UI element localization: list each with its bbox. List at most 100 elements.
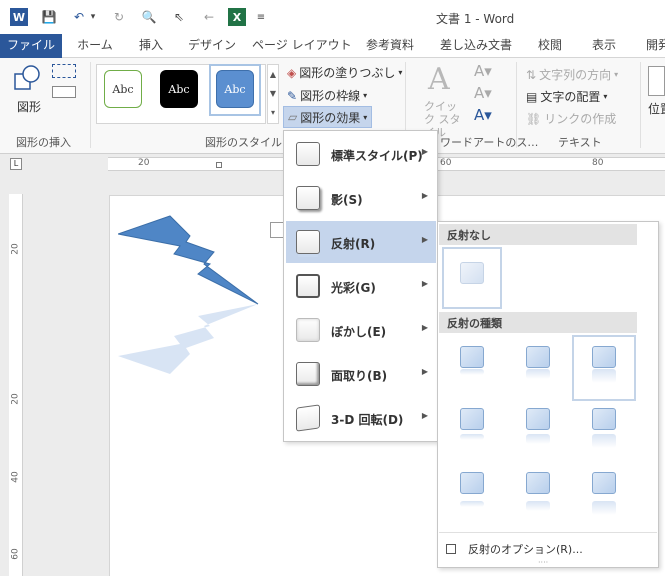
submenu-arrow-icon: ▶ [421,147,428,156]
reflection-option-full-touching[interactable] [590,346,618,384]
pointer-icon[interactable]: ⇖ [170,8,188,26]
tab-design[interactable]: デザイン [184,34,240,58]
chevron-down-icon: ▾ [363,112,368,122]
text-direction-label: 文字列の方向 [539,68,612,82]
shape-outline-button[interactable]: ✎ 図形の枠線 ▾ [287,87,367,104]
tab-home[interactable]: ホーム [70,34,120,58]
reflection-option-full-4pt[interactable] [590,408,618,448]
shape-fill-button[interactable]: ◈ 図形の塗りつぶし ▾ [287,64,402,81]
reflection-preview-icon [460,472,484,494]
glow-icon [296,274,320,298]
text-effects-icon[interactable]: A▾ [474,106,492,124]
reflection-preview-icon [592,346,616,368]
text-direction-button[interactable]: ⇅ 文字列の方向 ▾ [526,66,618,83]
shapes-button-label[interactable]: 図形 [17,98,41,115]
reflection-option-none[interactable] [458,262,486,300]
ruler-tick-label: 60 [10,548,21,560]
back-icon[interactable]: ← [200,8,218,26]
reflection-preview-icon [592,408,616,430]
menu-item-soft-edges[interactable]: ぼかし(E) ▶ [286,309,436,351]
reflection-preview-icon [526,408,550,430]
reflection-option-half-8pt[interactable] [524,472,552,511]
word-app-icon[interactable]: W [10,8,28,26]
text-align-button[interactable]: ▤ 文字の配置 ▾ [526,88,607,105]
menu-item-reflection[interactable]: 反射(R) ▶ [286,221,436,263]
tab-file[interactable]: ファイル [0,34,62,58]
menu-item-bevel[interactable]: 面取り(B) ▶ [286,353,436,395]
reflection-preview-icon [592,472,616,494]
position-icon[interactable] [648,66,665,96]
reflection-option-full-8pt[interactable] [590,472,618,515]
tab-insert[interactable]: 挿入 [128,34,174,58]
shadow-icon [296,186,320,210]
resize-grip-icon[interactable]: ···· [538,558,548,567]
reflection-shadow [460,501,484,507]
reflection-preview-icon [526,472,550,494]
menu-item-glow[interactable]: 光彩(G) ▶ [286,265,436,307]
document-title: 文書 1 - Word [436,12,515,26]
create-link-button[interactable]: ⛓ リンクの作成 [526,110,616,127]
undo-icon[interactable]: ↶ [70,8,88,26]
tab-developer[interactable]: 開発 [638,34,665,58]
text-outline-icon[interactable]: A▾ [474,84,492,102]
undo-dropdown-icon[interactable]: ▾ [88,8,98,26]
shape-fill-label: 図形の塗りつぶし [299,66,396,80]
excel-icon[interactable]: X [228,8,246,26]
soft-edges-icon [296,318,320,342]
vertical-ruler[interactable]: 20 20 40 60 [9,194,23,576]
reflection-preview-icon [526,346,550,368]
reflection-option-tight-touching[interactable] [458,346,486,384]
print-preview-icon[interactable]: 🔍 [140,8,158,26]
customize-qat-icon[interactable]: ≡ [255,8,267,26]
gallery-scroll[interactable]: ▲ ▼ ▾ [267,64,279,124]
tab-page-layout[interactable]: ページ レイアウト [252,34,352,58]
shape-style-thumb-dark[interactable]: Abc [160,70,198,108]
text-align-icon: ▤ [526,89,538,104]
ruler-tick-label: 20 [10,243,21,255]
shape-effects-button[interactable]: ▱ 図形の効果 ▾ [283,106,373,128]
menu-item-label: 反射(R) [331,237,376,251]
menu-item-3d-rotation[interactable]: 3-D 回転(D) ▶ [286,397,436,439]
ruler-tick-label: 40 [10,471,21,483]
menu-item-label: ぼかし(E) [331,325,387,339]
menu-item-shadow[interactable]: 影(S) ▶ [286,177,436,219]
shape-style-thumb-blue[interactable]: Abc [216,70,254,108]
tab-selector-icon[interactable]: L [10,158,22,170]
shape-style-thumb-outline[interactable]: Abc [104,70,142,108]
text-fill-icon[interactable]: A▾ [474,62,492,80]
tab-review[interactable]: 校閲 [530,34,570,58]
tab-mailings[interactable]: 差し込み文書 [436,34,516,58]
tab-references[interactable]: 参考資料 [360,34,420,58]
lightning-bolt-shape[interactable] [118,214,278,384]
reflection-options-button[interactable]: 反射のオプション(R)... [446,540,646,558]
menu-item-preset[interactable]: 標準スタイル(P) ▶ [286,133,436,175]
edit-shape-icon[interactable] [52,64,76,78]
reflection-option-half-touching[interactable] [524,346,552,384]
reflection-shadow [460,434,484,440]
reflection-option-half-4pt[interactable] [524,408,552,446]
shape-outline-label: 図形の枠線 [300,89,361,103]
shape-effects-menu: 標準スタイル(P) ▶ 影(S) ▶ 反射(R) ▶ 光彩(G) ▶ ぼかし(E… [283,130,438,442]
indent-marker[interactable] [216,162,222,168]
wordart-quick-style-icon[interactable]: A [428,62,450,97]
options-icon [446,544,456,554]
group-label-text: テキスト [558,136,602,149]
link-icon: ⛓ [526,111,542,126]
textbox-icon[interactable] [52,86,76,98]
save-icon[interactable]: 💾 [40,8,58,26]
position-label[interactable]: 位置 [648,100,665,117]
shape-effects-label: 図形の効果 [300,110,361,125]
submenu-arrow-icon: ▶ [421,235,428,244]
menu-item-label: 影(S) [331,193,363,207]
chevron-down-icon: ▾ [603,92,608,101]
submenu-arrow-icon: ▶ [421,411,428,420]
layout-options-icon[interactable] [270,222,284,238]
group-separator [516,62,517,148]
submenu-arrow-icon: ▶ [421,279,428,288]
reflection-option-tight-8pt[interactable] [458,472,486,510]
tab-view[interactable]: 表示 [584,34,624,58]
redo-icon[interactable]: ↻ [110,8,128,26]
shapes-icon[interactable] [12,64,42,94]
no-reflection-icon [460,262,484,284]
reflection-option-tight-4pt[interactable] [458,408,486,446]
